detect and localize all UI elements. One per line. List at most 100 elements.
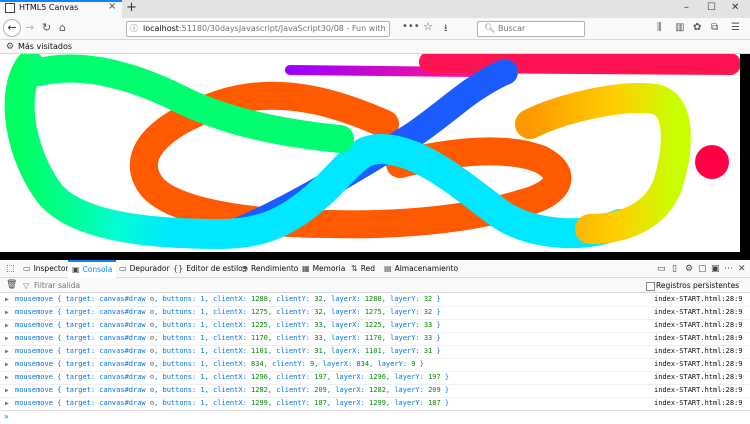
canvas-stroke-5	[695, 145, 729, 179]
tab-inspector[interactable]: ▭ Inspector	[23, 260, 69, 278]
dock-side-icon[interactable]: ▢	[698, 262, 707, 276]
console-message[interactable]: mousemove { target: canvas#draw ⚙, butto…	[15, 397, 449, 410]
console-message[interactable]: mousemove { target: canvas#draw ⚙, butto…	[15, 358, 424, 371]
download-icon[interactable]: ⭳	[444, 21, 448, 38]
performance-icon: ◔	[241, 264, 248, 273]
filter-icon: ▽	[23, 281, 30, 290]
url-path: :51180/30daysJavascript/JavaScript30/08 …	[178, 24, 386, 33]
console-source-link[interactable]: index-START.html:28:9	[654, 293, 743, 306]
forward-arrow-icon[interactable]: →	[25, 20, 34, 36]
expand-triangle-icon[interactable]: ▶	[5, 345, 9, 358]
inspector-icon: ▭	[23, 264, 31, 273]
console-source-link[interactable]: index-START.html:28:9	[654, 371, 743, 384]
reload-icon[interactable]: ↻	[42, 20, 51, 36]
expand-triangle-icon[interactable]: ▶	[5, 319, 9, 332]
maximize-button[interactable]: ☐	[707, 0, 716, 16]
search-icon: 🔍︎	[484, 24, 496, 34]
expand-triangle-icon[interactable]: ▶	[5, 384, 9, 397]
target-icon: ⚙	[149, 321, 155, 329]
console-source-link[interactable]: index-START.html:28:9	[654, 358, 743, 371]
site-info-icon[interactable]: ⓘ	[130, 22, 138, 36]
sidebar-icon[interactable]: ▥	[675, 21, 684, 35]
expand-triangle-icon[interactable]: ▶	[5, 332, 9, 345]
url-text[interactable]: localhost:51180/30daysJavascript/JavaScr…	[143, 22, 386, 36]
menu-icon[interactable]: ☰	[731, 21, 740, 35]
devtools-settings-icon[interactable]: ⚙	[685, 262, 693, 276]
console-input[interactable]	[0, 410, 750, 424]
target-icon: ⚙	[149, 308, 155, 316]
screenshot-icon[interactable]: ⧉	[711, 21, 718, 35]
expand-triangle-icon[interactable]: ▶	[5, 358, 9, 371]
debugger-icon: ▭	[119, 264, 127, 273]
console-row: ▶ mousemove { target: canvas#draw ⚙, but…	[0, 397, 750, 410]
expand-triangle-icon[interactable]: ▶	[5, 306, 9, 319]
bookmarks-toolbar	[0, 40, 750, 54]
dock-window-icon[interactable]: ▣	[711, 262, 720, 276]
extension-icon[interactable]: ✿	[693, 21, 701, 35]
home-icon[interactable]: ⌂	[59, 20, 66, 36]
bookmark-most-visited[interactable]: Más visitados	[18, 41, 72, 53]
close-devtools-icon[interactable]: ✕	[738, 262, 746, 276]
console-source-link[interactable]: index-START.html:28:9	[654, 397, 743, 410]
page-actions-menu-icon[interactable]: •••	[402, 21, 420, 32]
console-message[interactable]: mousemove { target: canvas#draw ⚙, butto…	[15, 345, 441, 358]
console-source-link[interactable]: index-START.html:28:9	[654, 306, 743, 319]
tab-editor-estilos[interactable]: {} Editor de estilos	[173, 260, 247, 278]
page-favicon-icon	[5, 3, 15, 13]
console-message[interactable]: mousemove { target: canvas#draw ⚙, butto…	[15, 306, 441, 319]
tab-close-icon[interactable]: ×	[108, 1, 116, 12]
console-message[interactable]: mousemove { target: canvas#draw ⚙, butto…	[15, 384, 449, 397]
close-window-button[interactable]: ✕	[731, 0, 739, 16]
console-message[interactable]: mousemove { target: canvas#draw ⚙, butto…	[15, 371, 449, 384]
new-tab-button[interactable]: +	[126, 0, 137, 16]
persist-logs-checkbox[interactable]	[646, 282, 655, 291]
tab-depurador[interactable]: ▭ Depurador	[119, 260, 170, 278]
console-message[interactable]: mousemove { target: canvas#draw ⚙, butto…	[15, 319, 441, 332]
expand-triangle-icon[interactable]: ▶	[5, 371, 9, 384]
console-row: ▶ mousemove { target: canvas#draw ⚙, but…	[0, 293, 750, 307]
target-icon: ⚙	[149, 386, 155, 394]
canvas-stroke-0c	[419, 51, 741, 75]
console-output: ▶ mousemove { target: canvas#draw ⚙, but…	[0, 293, 750, 410]
url-host: localhost	[143, 24, 179, 33]
expand-triangle-icon[interactable]: ▶	[5, 397, 9, 410]
console-source-link[interactable]: index-START.html:28:9	[654, 345, 743, 358]
tab-rendimiento[interactable]: ◔ Rendimiento	[241, 260, 298, 278]
target-icon: ⚙	[149, 360, 155, 368]
minimize-button[interactable]: –	[684, 0, 689, 16]
canvas-edge	[740, 54, 750, 260]
split-console-icon[interactable]: ▭	[657, 262, 666, 276]
target-icon: ⚙	[149, 334, 155, 342]
clear-console-icon[interactable]: 🗑︎	[6, 279, 17, 292]
drawing-canvas[interactable]	[0, 47, 750, 260]
tab-title: HTML5 Canvas	[19, 3, 79, 12]
tab-memoria[interactable]: ▦ Memoria	[302, 260, 345, 278]
console-row: ▶ mousemove { target: canvas#draw ⚙, but…	[0, 332, 750, 346]
pick-element-icon[interactable]: ⬚	[6, 262, 15, 276]
console-row: ▶ mousemove { target: canvas#draw ⚙, but…	[0, 384, 750, 398]
console-message[interactable]: mousemove { target: canvas#draw ⚙, butto…	[15, 293, 441, 306]
back-button[interactable]: ←	[3, 19, 21, 37]
expand-triangle-icon[interactable]: ▶	[5, 293, 9, 306]
console-source-link[interactable]: index-START.html:28:9	[654, 319, 743, 332]
console-row: ▶ mousemove { target: canvas#draw ⚙, but…	[0, 345, 750, 359]
console-source-link[interactable]: index-START.html:28:9	[654, 384, 743, 397]
console-row: ▶ mousemove { target: canvas#draw ⚙, but…	[0, 306, 750, 320]
network-icon: ⇅	[351, 264, 358, 273]
tab-consola[interactable]: ▣ Consola	[68, 260, 117, 278]
target-icon: ⚙	[149, 347, 155, 355]
back-arrow-icon: ←	[7, 21, 17, 34]
responsive-design-icon[interactable]: ▯	[672, 262, 677, 276]
target-icon: ⚙	[149, 373, 155, 381]
console-row: ▶ mousemove { target: canvas#draw ⚙, but…	[0, 358, 750, 372]
canvas-strokes	[4, 47, 741, 250]
console-message[interactable]: mousemove { target: canvas#draw ⚙, butto…	[15, 332, 441, 345]
gear-icon: ⚙	[6, 42, 15, 52]
overflow-menu-icon[interactable]: ⋯	[724, 262, 733, 276]
library-icon[interactable]: ⫼	[657, 21, 662, 35]
tab-almacenamiento[interactable]: ▤ Almacenamiento	[384, 260, 458, 278]
tab-red[interactable]: ⇅ Red	[351, 260, 375, 278]
filter-output-input[interactable]: Filtrar salida	[34, 279, 80, 292]
bookmark-star-icon[interactable]: ☆	[423, 20, 433, 33]
console-source-link[interactable]: index-START.html:28:9	[654, 332, 743, 345]
